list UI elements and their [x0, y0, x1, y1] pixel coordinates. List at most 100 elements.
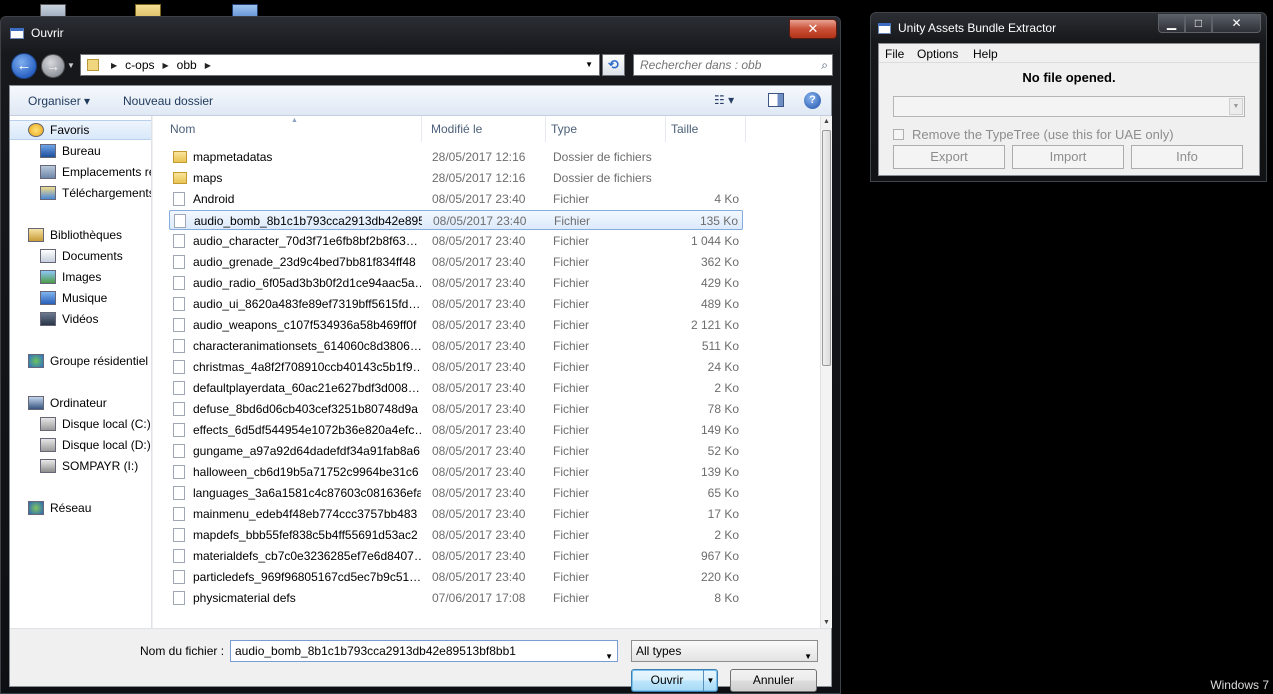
file-row[interactable]: halloween_cb6d19b5a71752c9964be31c6 08/05… — [169, 462, 743, 482]
file-row[interactable]: audio_ui_8620a483fe89ef7319bff5615fd… 08/… — [169, 294, 743, 314]
nav-item-t-l-chargements[interactable]: Téléchargements — [10, 183, 151, 203]
breadcrumb-chevron-icon[interactable]: ▶ — [111, 61, 117, 70]
nav-item-musique[interactable]: Musique — [10, 288, 151, 308]
nav-item-groupe-r-sidentiel[interactable]: Groupe résidentiel — [10, 351, 151, 371]
file-icon — [173, 234, 185, 248]
remove-typetree-checkbox[interactable]: Remove the TypeTree (use this for UAE on… — [893, 127, 1174, 142]
file-icon — [173, 444, 185, 458]
file-type: Fichier — [553, 444, 590, 458]
file-row[interactable]: mapmetadatas 28/05/2017 12:16 Dossier de f… — [169, 147, 743, 167]
breadcrumb-chevron-icon[interactable]: ▶ — [163, 61, 169, 70]
info-button[interactable]: Info — [1131, 145, 1243, 169]
import-button[interactable]: Import — [1012, 145, 1124, 169]
open-button[interactable]: Ouvrir ▼ — [631, 669, 718, 692]
file-row[interactable]: mapdefs_bbb55fef838c5b4ff55691d53ac2 08/0… — [169, 525, 743, 545]
nav-item-disque-local-c[interactable]: Disque local (C:) — [10, 414, 151, 434]
file-row[interactable]: characteranimationsets_614060c8d3806… 08/… — [169, 336, 743, 356]
column-header-modified[interactable]: Modifié le — [426, 116, 546, 142]
file-type: Fichier — [553, 423, 590, 437]
file-date: 08/05/2017 23:40 — [432, 360, 526, 374]
filename-combobox[interactable]: audio_bomb_8b1c1b793cca2913db42e89513bf8… — [230, 640, 618, 662]
preview-pane-icon[interactable] — [768, 93, 784, 107]
refresh-icon[interactable]: ⟲ — [602, 54, 625, 76]
search-icon[interactable]: ⌕ — [821, 58, 828, 73]
file-name: characteranimationsets_614060c8d3806… — [193, 339, 421, 353]
scroll-down-icon[interactable]: ▼ — [823, 619, 830, 626]
chevron-down-icon[interactable]: ▼ — [1229, 98, 1243, 115]
bundle-select[interactable]: ▼ — [893, 96, 1245, 117]
search-box[interactable]: ⌕ — [633, 54, 833, 76]
search-input[interactable] — [634, 55, 804, 75]
open-options-dropdown-icon[interactable]: ▼ — [703, 670, 717, 691]
file-size: 149 Ko — [700, 423, 739, 437]
star-icon — [28, 123, 44, 137]
file-row[interactable]: mainmenu_edeb4f48eb774ccc3757bb483 08/05/… — [169, 504, 743, 524]
file-size: 2 Ko — [714, 528, 739, 542]
breadcrumb-obb[interactable]: obb — [177, 58, 197, 72]
organize-button[interactable]: Organiser ▾ — [28, 94, 90, 108]
back-arrow-icon[interactable]: ← — [11, 53, 37, 79]
file-row[interactable]: christmas_4a8f2f708910ccb40143c5b1f9… 08/… — [169, 357, 743, 377]
file-row[interactable]: Android 08/05/2017 23:40 Fichier 4 Ko — [169, 189, 743, 209]
menu-options[interactable]: Options — [917, 47, 958, 61]
maximize-button[interactable]: □ — [1185, 14, 1212, 33]
nav-item-emplacements-r-cents[interactable]: Emplacements récents — [10, 162, 151, 182]
file-size: 52 Ko — [707, 444, 739, 458]
file-row[interactable]: gungame_a97a92d64dadefdf34a91fab8a6 08/05… — [169, 441, 743, 461]
menu-help[interactable]: Help — [973, 47, 998, 61]
export-button[interactable]: Export — [893, 145, 1005, 169]
nav-item-vid-os[interactable]: Vidéos — [10, 309, 151, 329]
nav-item-images[interactable]: Images — [10, 267, 151, 287]
cancel-button[interactable]: Annuler — [730, 669, 817, 692]
nav-item-bureau[interactable]: Bureau — [10, 141, 151, 161]
checkbox-box[interactable] — [893, 129, 904, 140]
file-row[interactable]: materialdefs_cb7c0e3236285ef7e6d8407… 08/… — [169, 546, 743, 566]
file-row[interactable]: audio_grenade_23d9c4bed7bb81f834ff48 08/0… — [169, 252, 743, 272]
file-row[interactable]: effects_6d5df544954e1072b36e820a4efc… 08/… — [169, 420, 743, 440]
recent-locations-dropdown-icon[interactable]: ▼ — [67, 61, 75, 70]
column-header-type[interactable]: Type — [546, 116, 666, 142]
nav-item-favoris[interactable]: Favoris — [10, 120, 151, 140]
nav-item-disque-local-d[interactable]: Disque local (D:) — [10, 435, 151, 455]
nav-item-ordinateur[interactable]: Ordinateur — [10, 393, 151, 413]
file-row[interactable]: maps 28/05/2017 12:16 Dossier de fichiers — [169, 168, 743, 188]
file-list-scrollbar[interactable]: ▲ ▼ — [820, 116, 832, 628]
view-options-icon[interactable]: ☷ ▾ — [714, 93, 754, 109]
nav-item-documents[interactable]: Documents — [10, 246, 151, 266]
file-name: particledefs_969f96805167cd5ec7b9c51… — [193, 570, 421, 584]
file-row[interactable]: physicmaterial defs 07/06/2017 17:08 Fichi… — [169, 588, 743, 608]
file-row[interactable]: defaultplayerdata_60ac21e627bdf3d008… 08/… — [169, 378, 743, 398]
menu-file[interactable]: File — [885, 47, 904, 61]
nav-item-biblioth-ques[interactable]: Bibliothèques — [10, 225, 151, 245]
breadcrumb-c-ops[interactable]: c-ops — [125, 58, 154, 72]
file-size: 489 Ko — [700, 297, 739, 311]
filename-field[interactable]: audio_bomb_8b1c1b793cca2913db42e89513bf8… — [235, 644, 516, 658]
file-row[interactable]: defuse_8bd6d06cb403cef3251b80748d9a 08/05… — [169, 399, 743, 419]
file-row[interactable]: audio_bomb_8b1c1b793cca2913db42e8951… 08/… — [169, 210, 743, 230]
address-bar[interactable]: ▶ c-ops ▶ obb ▶ ▼ — [80, 54, 600, 76]
filetype-dropdown-icon[interactable]: ▼ — [804, 647, 812, 667]
new-folder-button[interactable]: Nouveau dossier — [123, 94, 213, 108]
file-name: audio_character_70d3f71e6fb8bf2b8f63… — [193, 234, 418, 248]
breadcrumb-chevron-icon[interactable]: ▶ — [205, 61, 211, 70]
help-icon[interactable]: ? — [804, 92, 821, 109]
minimize-button[interactable]: ▁ — [1158, 14, 1185, 33]
scroll-up-icon[interactable]: ▲ — [823, 118, 830, 125]
usb-drive-icon — [40, 459, 56, 473]
column-header-size[interactable]: Taille — [666, 116, 746, 142]
dialog-close-button[interactable]: ✕ — [789, 19, 837, 39]
file-row[interactable]: audio_radio_6f05ad3b3b0f2d1ce94aac5a… 08/… — [169, 273, 743, 293]
address-dropdown-icon[interactable]: ▼ — [585, 60, 593, 69]
file-row[interactable]: audio_character_70d3f71e6fb8bf2b8f63… 08/… — [169, 231, 743, 251]
filename-dropdown-icon[interactable]: ▼ — [605, 647, 613, 667]
nav-item-sompayr-i[interactable]: SOMPAYR (I:) — [10, 456, 151, 476]
file-row[interactable]: audio_weapons_c107f534936a58b469ff0f 08/0… — [169, 315, 743, 335]
file-row[interactable]: languages_3a6a1581c4c87603c081636efa 08/0… — [169, 483, 743, 503]
file-row[interactable]: particledefs_969f96805167cd5ec7b9c51… 08/… — [169, 567, 743, 587]
file-type: Fichier — [553, 255, 590, 269]
uabe-close-button[interactable]: ✕ — [1212, 14, 1261, 33]
forward-arrow-icon[interactable]: → — [41, 54, 65, 78]
filetype-select[interactable]: All types ▼ — [631, 640, 818, 662]
nav-item-r-seau[interactable]: Réseau — [10, 498, 151, 518]
scrollbar-thumb[interactable] — [822, 130, 831, 366]
